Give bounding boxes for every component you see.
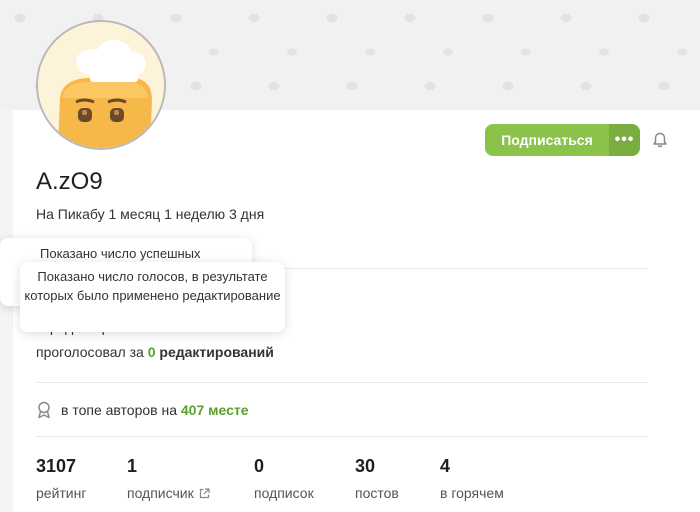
stat-subscriptions[interactable]: 0 подписок [254,455,314,502]
stat-label: в горячем [440,485,504,501]
top-authors-line[interactable]: в топе авторов на 407 месте [36,401,249,419]
divider [36,382,648,383]
account-age: На Пикабу 1 месяц 1 неделю 3 дня [36,206,265,222]
stat-value: 0 [254,456,265,476]
stat-posts[interactable]: 30 постов [355,455,399,502]
avatar-image [38,22,164,148]
divider [36,436,648,437]
voted-line: проголосовал за 0 редактирований [36,343,274,361]
stat-value: 3107 [36,456,77,476]
stat-value: 1 [127,456,138,476]
stat-label: подписок [254,485,314,501]
more-options-button[interactable]: ••• [609,124,640,156]
bell-icon[interactable] [651,131,669,149]
stat-hot[interactable]: 4 в горячем [440,455,504,502]
award-icon [38,401,50,419]
stat-label: рейтинг [36,485,87,501]
subscribe-button[interactable]: Подписаться [485,124,609,156]
tooltip-text: Показано число голосов, в результате кот… [24,269,281,303]
voted-suffix: редактирований [155,344,274,360]
top-prefix: в топе авторов на [61,402,181,418]
stat-subscribers[interactable]: 1 подписчик [127,455,210,502]
subscribe-group: Подписаться ••• [485,124,640,156]
stat-value: 30 [355,456,376,476]
stat-label: постов [355,485,399,501]
external-link-icon[interactable] [199,487,210,499]
voted-prefix: проголосовал за [36,344,148,360]
stat-rating: 3107 рейтинг [36,455,86,502]
top-place: 407 месте [180,402,249,418]
stats-row: 3107 рейтинг 1 подписчик 0 подписок 30 п… [0,455,700,505]
stat-value: 4 [440,456,451,476]
stat-label: подписчик [127,485,194,501]
voted-count: 0 [147,344,156,360]
username: A.zO9 [36,168,103,195]
avatar[interactable] [36,20,166,150]
tooltip-text: Показано число успешных [40,246,201,261]
tooltip-voted-edits: Показано число голосов, в результате кот… [20,262,285,332]
